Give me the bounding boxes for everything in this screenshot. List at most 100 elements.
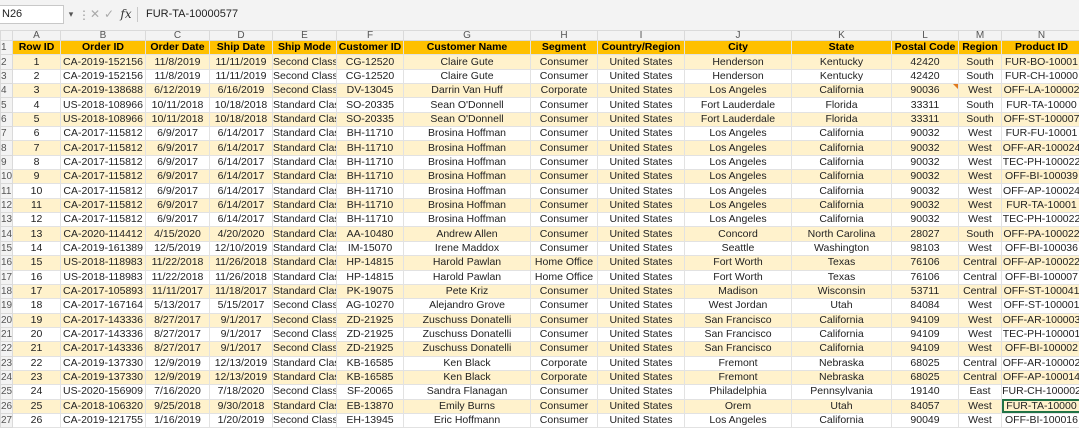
table-cell[interactable]: Brosina Hoffman — [403, 197, 531, 214]
row-number[interactable]: 27 — [0, 412, 13, 429]
table-cell[interactable]: Corporate — [530, 355, 598, 371]
table-cell[interactable]: SF-20065 — [336, 384, 404, 400]
header-cell[interactable]: State — [791, 39, 892, 56]
table-cell[interactable]: 12/5/2019 — [145, 240, 210, 257]
table-cell[interactable]: Los Angeles — [684, 183, 792, 199]
table-cell[interactable]: Brosina Hoffman — [403, 169, 531, 185]
table-cell[interactable]: Home Office — [530, 269, 598, 285]
table-cell[interactable]: United States — [597, 68, 685, 85]
table-cell[interactable]: OFF-BI-100039 — [1001, 169, 1079, 185]
table-cell[interactable]: 17 — [12, 283, 61, 300]
table-cell[interactable]: KB-16585 — [336, 369, 404, 386]
table-cell[interactable]: Irene Maddox — [403, 240, 531, 257]
table-cell[interactable]: Standard Class — [272, 240, 337, 257]
table-cell[interactable]: 12/13/2019 — [209, 355, 273, 371]
table-cell[interactable]: 14 — [12, 240, 61, 257]
table-cell[interactable]: CA-2019-152156 — [60, 54, 146, 70]
table-cell[interactable]: CG-12520 — [336, 54, 404, 70]
table-cell[interactable]: United States — [597, 398, 685, 414]
table-cell[interactable]: CA-2017-143336 — [60, 326, 146, 343]
table-cell[interactable]: San Francisco — [684, 326, 792, 343]
table-cell[interactable]: Ken Black — [403, 369, 531, 386]
table-cell[interactable]: 53711 — [891, 283, 959, 300]
table-cell[interactable]: ZD-21925 — [336, 312, 404, 328]
table-cell[interactable]: 11/26/2018 — [209, 255, 273, 271]
table-cell[interactable]: South — [958, 97, 1002, 113]
table-cell[interactable]: Consumer — [530, 54, 598, 70]
name-box-dropdown-icon[interactable]: ▾ — [64, 5, 78, 24]
column-header[interactable]: F — [336, 30, 404, 41]
table-cell[interactable]: 11/26/2018 — [209, 269, 273, 285]
table-cell[interactable]: Nebraska — [791, 355, 892, 371]
row-number[interactable]: 22 — [0, 341, 13, 357]
cancel-icon[interactable]: ✕ — [88, 5, 102, 24]
table-cell[interactable]: SO-20335 — [336, 111, 404, 128]
table-cell[interactable]: Consumer — [530, 384, 598, 400]
table-cell[interactable]: Kentucky — [791, 68, 892, 85]
table-cell[interactable]: 6/12/2019 — [145, 83, 210, 99]
table-cell[interactable]: Los Angeles — [684, 154, 792, 171]
table-cell[interactable]: 68025 — [891, 369, 959, 386]
table-cell[interactable]: Consumer — [530, 154, 598, 171]
table-cell[interactable]: Philadelphia — [684, 384, 792, 400]
table-cell[interactable]: California — [791, 183, 892, 199]
table-cell[interactable]: TEC-PH-100022 — [1001, 154, 1079, 171]
table-cell[interactable]: IM-15070 — [336, 240, 404, 257]
table-cell[interactable]: Fort Worth — [684, 255, 792, 271]
table-cell[interactable]: Texas — [791, 269, 892, 285]
table-cell[interactable]: Consumer — [530, 183, 598, 199]
table-cell[interactable]: United States — [597, 384, 685, 400]
table-cell[interactable]: AG-10270 — [336, 298, 404, 314]
table-cell[interactable]: 7 — [12, 140, 61, 156]
table-cell[interactable]: Fremont — [684, 369, 792, 386]
table-cell[interactable]: CA-2017-115812 — [60, 197, 146, 214]
row-number[interactable]: 19 — [0, 298, 13, 314]
table-cell[interactable]: ZD-21925 — [336, 341, 404, 357]
header-cell[interactable]: Order ID — [60, 39, 146, 56]
header-cell[interactable]: Customer ID — [336, 39, 404, 56]
table-cell[interactable]: CA-2017-115812 — [60, 154, 146, 171]
table-cell[interactable]: SO-20335 — [336, 97, 404, 113]
table-cell[interactable]: 10/18/2018 — [209, 111, 273, 128]
row-number[interactable]: 26 — [0, 398, 13, 414]
table-cell[interactable]: 11 — [12, 197, 61, 214]
table-cell[interactable]: Standard Class — [272, 169, 337, 185]
table-cell[interactable]: 12/9/2019 — [145, 369, 210, 386]
table-cell[interactable]: FUR-BO-10001 — [1001, 54, 1079, 70]
table-cell[interactable]: Utah — [791, 298, 892, 314]
row-number[interactable]: 20 — [0, 312, 13, 328]
row-number[interactable]: 8 — [0, 140, 13, 156]
table-cell[interactable]: FUR-TA-10001 — [1001, 197, 1079, 214]
table-cell[interactable]: Second Class — [272, 68, 337, 85]
table-cell[interactable]: West — [958, 240, 1002, 257]
header-cell[interactable]: Product ID — [1001, 39, 1079, 56]
table-cell[interactable]: 90032 — [891, 140, 959, 156]
table-cell[interactable]: CA-2017-115812 — [60, 169, 146, 185]
table-cell[interactable]: OFF-ST-100001 — [1001, 298, 1079, 314]
row-number[interactable]: 7 — [0, 126, 13, 142]
table-cell[interactable]: Standard Class — [272, 398, 337, 414]
table-cell[interactable]: Los Angeles — [684, 140, 792, 156]
table-cell[interactable]: Second Class — [272, 412, 337, 429]
table-cell[interactable]: CA-2019-161389 — [60, 240, 146, 257]
header-cell[interactable]: Country/Region — [597, 39, 685, 56]
table-cell[interactable]: Kentucky — [791, 54, 892, 70]
table-cell[interactable]: OFF-PA-100022 — [1001, 226, 1079, 242]
table-cell[interactable]: Pennsylvania — [791, 384, 892, 400]
table-cell[interactable]: CA-2020-114412 — [60, 226, 146, 242]
table-cell[interactable]: West — [958, 398, 1002, 414]
table-cell[interactable]: West — [958, 154, 1002, 171]
table-cell[interactable]: California — [791, 140, 892, 156]
table-cell[interactable]: Utah — [791, 398, 892, 414]
row-number[interactable]: 12 — [0, 197, 13, 214]
table-cell[interactable]: United States — [597, 169, 685, 185]
table-cell[interactable]: Brosina Hoffman — [403, 140, 531, 156]
table-cell[interactable]: FUR-FU-10001 — [1001, 126, 1079, 142]
table-cell[interactable]: Florida — [791, 111, 892, 128]
table-cell[interactable]: United States — [597, 197, 685, 214]
table-cell[interactable]: Claire Gute — [403, 54, 531, 70]
table-cell[interactable]: West — [958, 197, 1002, 214]
table-cell[interactable]: AA-10480 — [336, 226, 404, 242]
table-cell[interactable]: 84084 — [891, 298, 959, 314]
table-cell[interactable]: United States — [597, 355, 685, 371]
